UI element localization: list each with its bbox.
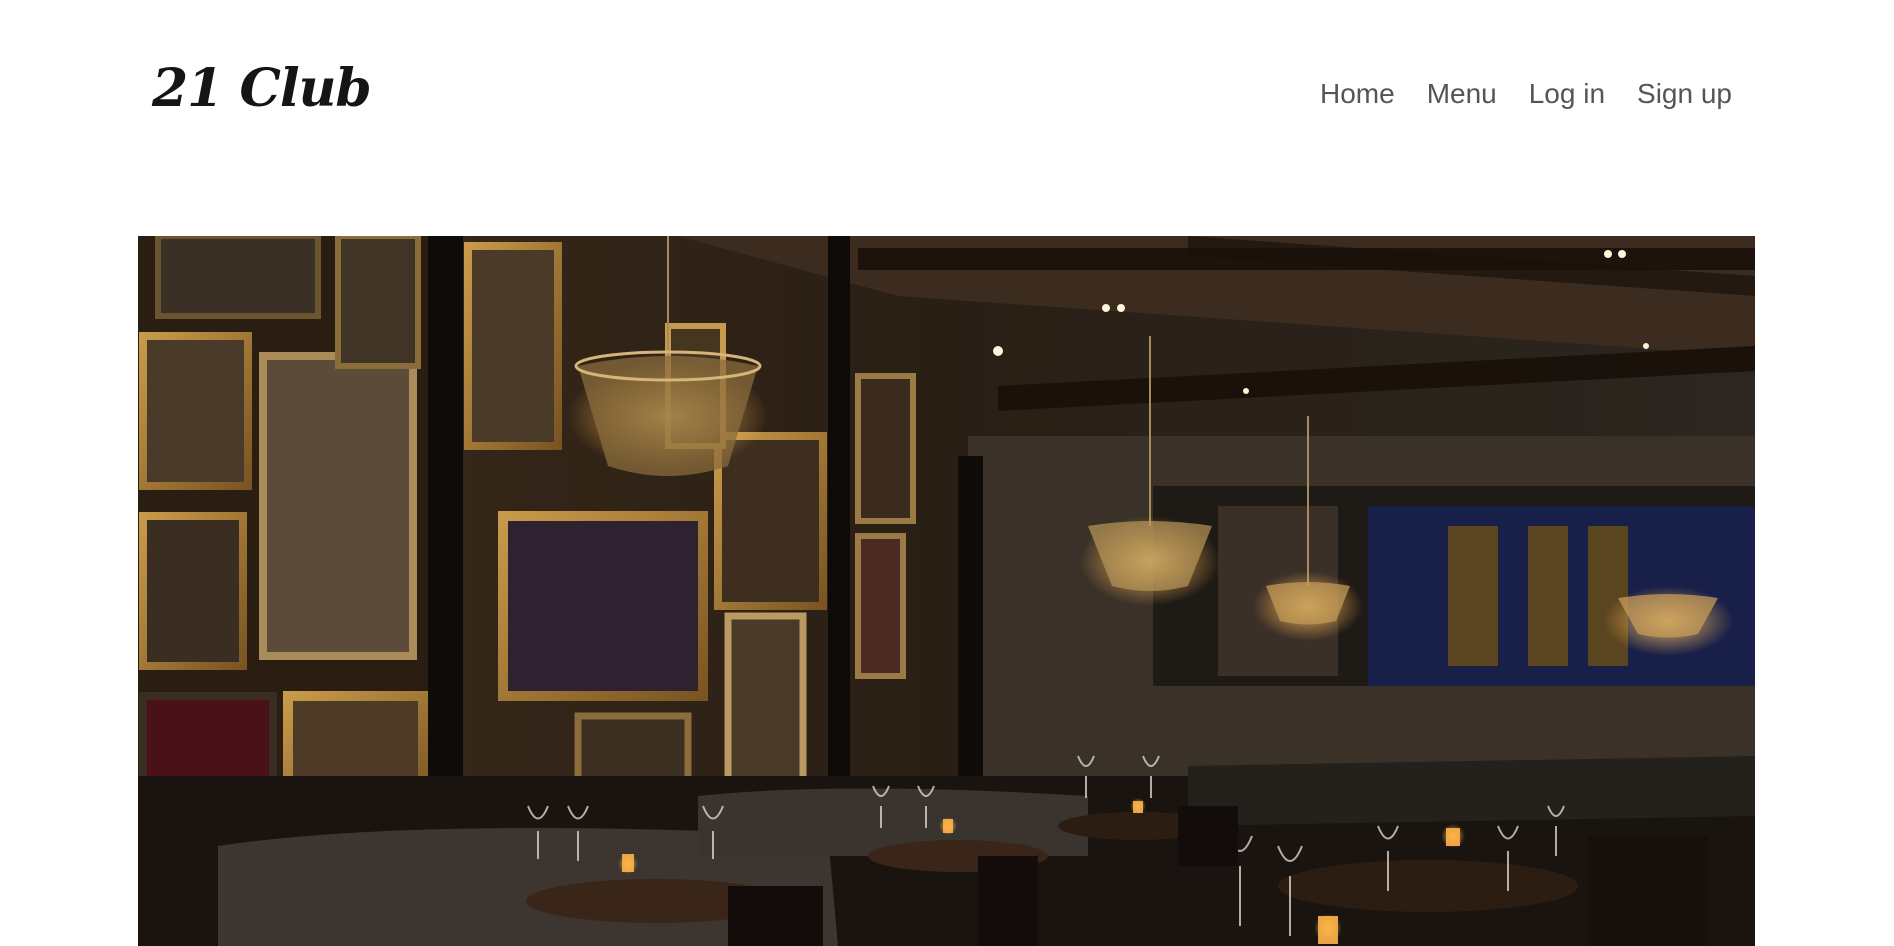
nav-login-link[interactable]: Log in bbox=[1529, 78, 1605, 110]
site-header: 21 Club Home Menu Log in Sign up bbox=[0, 0, 1894, 200]
brand-logo[interactable]: 21 Club bbox=[152, 58, 372, 119]
chandelier-4 bbox=[1603, 586, 1733, 656]
nav-signup-link[interactable]: Sign up bbox=[1637, 78, 1732, 110]
nav-menu-link[interactable]: Menu bbox=[1427, 78, 1497, 110]
restaurant-interior-illustration bbox=[138, 236, 1755, 946]
main-nav: Home Menu Log in Sign up bbox=[1320, 78, 1732, 110]
nav-home-link[interactable]: Home bbox=[1320, 78, 1395, 110]
hero-image bbox=[138, 236, 1755, 946]
